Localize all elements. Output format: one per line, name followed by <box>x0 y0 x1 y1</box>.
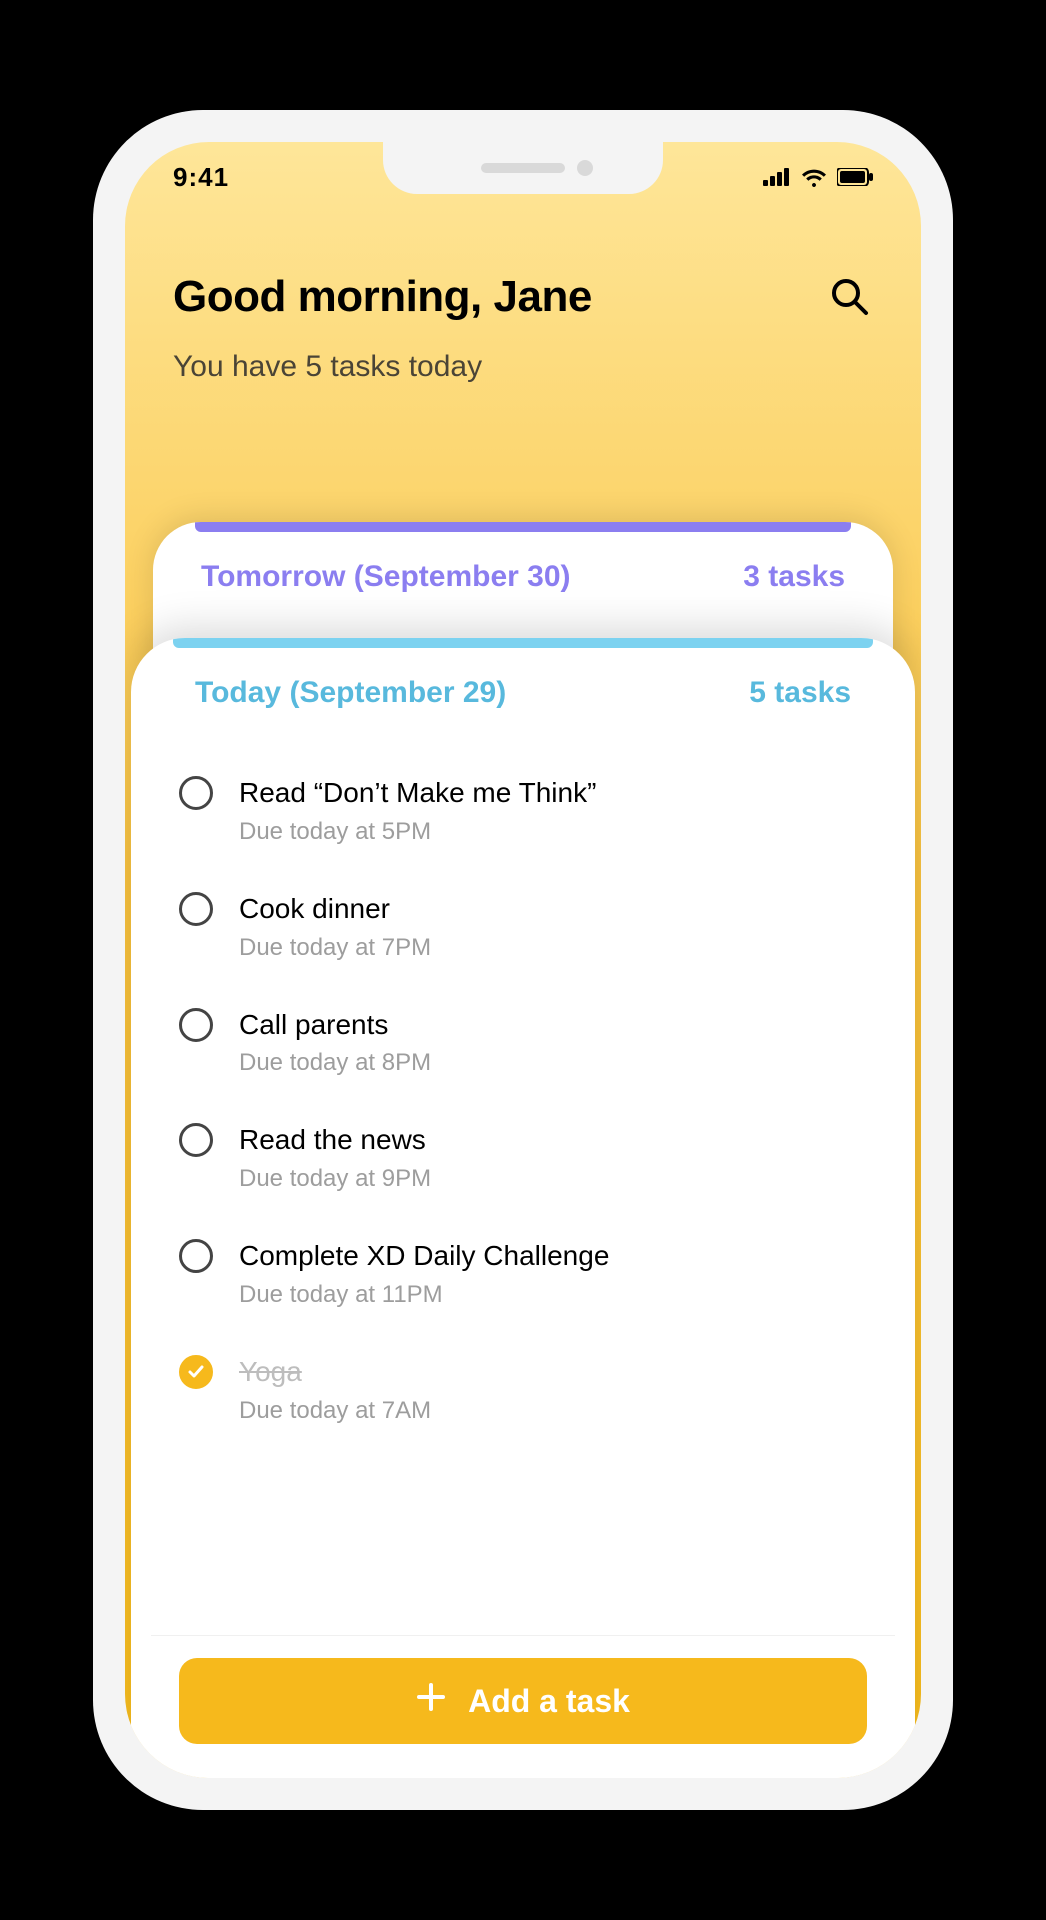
task-item[interactable]: Complete XD Daily Challenge Due today at … <box>171 1215 875 1331</box>
task-text: Yoga Due today at 7AM <box>239 1353 867 1425</box>
task-item[interactable]: Call parents Due today at 8PM <box>171 984 875 1100</box>
task-checkbox[interactable] <box>179 776 213 810</box>
task-title: Read the news <box>239 1121 867 1159</box>
plus-icon <box>416 1682 446 1720</box>
status-indicators <box>763 167 873 187</box>
task-text: Complete XD Daily Challenge Due today at … <box>239 1237 867 1309</box>
task-checkbox[interactable] <box>179 1008 213 1042</box>
tomorrow-count: 3 tasks <box>743 560 845 594</box>
task-title: Read “Don’t Make me Think” <box>239 774 867 812</box>
task-title: Yoga <box>239 1353 867 1391</box>
task-item[interactable]: Read the news Due today at 9PM <box>171 1099 875 1215</box>
phone-camera <box>577 160 593 176</box>
phone-speaker <box>481 163 565 173</box>
task-text: Read the news Due today at 9PM <box>239 1121 867 1193</box>
task-due: Due today at 5PM <box>239 818 867 846</box>
task-due: Due today at 7AM <box>239 1397 867 1425</box>
task-title: Call parents <box>239 1006 867 1044</box>
search-button[interactable] <box>825 273 873 321</box>
battery-icon <box>837 168 873 186</box>
day-cards: Tomorrow (September 30) 3 tasks Today (S… <box>125 522 921 1778</box>
task-due: Due today at 11PM <box>239 1281 867 1309</box>
task-due: Due today at 7PM <box>239 934 867 962</box>
bottom-divider <box>151 1635 895 1636</box>
page-header: Good morning, Jane You have 5 tasks toda… <box>125 212 921 464</box>
task-due: Due today at 8PM <box>239 1049 867 1077</box>
today-count: 5 tasks <box>749 676 851 710</box>
tomorrow-accent-bar <box>195 522 851 532</box>
check-icon <box>187 1363 205 1381</box>
today-accent-bar <box>173 638 873 648</box>
add-task-button[interactable]: Add a task <box>179 1658 867 1744</box>
task-checkbox[interactable] <box>179 1123 213 1157</box>
task-title: Cook dinner <box>239 890 867 928</box>
task-text: Read “Don’t Make me Think” Due today at 5… <box>239 774 867 846</box>
page-title: Good morning, Jane <box>173 272 592 322</box>
status-time: 9:41 <box>173 162 229 193</box>
task-checkbox[interactable] <box>179 1239 213 1273</box>
phone-frame: 9:41 Good morning, Jane <box>93 110 953 1810</box>
phone-notch <box>383 142 663 194</box>
add-task-label: Add a task <box>468 1683 630 1720</box>
page-subtitle: You have 5 tasks today <box>173 350 873 384</box>
task-checkbox[interactable] <box>179 892 213 926</box>
today-label: Today (September 29) <box>195 676 506 710</box>
wifi-icon <box>801 167 827 187</box>
task-item[interactable]: Read “Don’t Make me Think” Due today at 5… <box>171 752 875 868</box>
task-item[interactable]: Yoga Due today at 7AM <box>171 1331 875 1447</box>
search-icon <box>829 276 869 319</box>
task-text: Call parents Due today at 8PM <box>239 1006 867 1078</box>
task-item[interactable]: Cook dinner Due today at 7PM <box>171 868 875 984</box>
phone-screen: 9:41 Good morning, Jane <box>125 142 921 1778</box>
task-checkbox[interactable] <box>179 1355 213 1389</box>
signal-icon <box>763 168 791 186</box>
task-text: Cook dinner Due today at 7PM <box>239 890 867 962</box>
today-card[interactable]: Today (September 29) 5 tasks Read “Don’t… <box>131 638 915 1778</box>
task-due: Due today at 9PM <box>239 1165 867 1193</box>
tomorrow-label: Tomorrow (September 30) <box>201 560 571 594</box>
task-title: Complete XD Daily Challenge <box>239 1237 867 1275</box>
task-list[interactable]: Read “Don’t Make me Think” Due today at 5… <box>131 728 915 1778</box>
